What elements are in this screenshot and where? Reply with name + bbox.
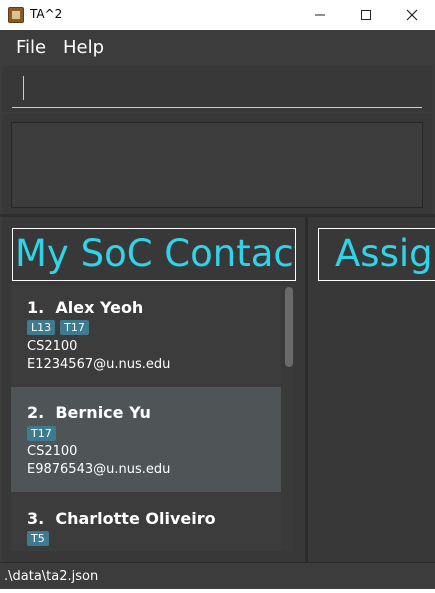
tag-badge: T17 — [27, 426, 56, 441]
contacts-title: My SoC Contacts — [12, 228, 296, 281]
tag-badge: T17 — [60, 320, 89, 335]
command-input[interactable] — [12, 70, 422, 108]
status-file-path: .\data\ta2.json — [4, 569, 99, 584]
window-bottom-edge — [0, 589, 435, 593]
tag-row: L13 T17 — [27, 320, 89, 335]
tag-row: T17 — [27, 426, 56, 441]
minimize-button[interactable] — [297, 0, 343, 30]
scrollbar-thumb[interactable] — [285, 287, 293, 367]
tag-row: T5 — [27, 531, 49, 546]
maximize-icon — [361, 10, 371, 20]
contact-card[interactable]: 2. Bernice Yu T17 CS2100 E9876543@u.nus.… — [11, 387, 281, 492]
contact-email: E1234567@u.nus.edu — [27, 357, 171, 372]
contact-list[interactable]: 1. Alex Yeoh L13 T17 CS2100 E1234567@u.n… — [11, 285, 294, 551]
contact-name: 1. Alex Yeoh — [27, 298, 144, 317]
contact-card[interactable]: 3. Charlotte Oliveiro T5 — [11, 492, 281, 551]
window-title: TA^2 — [30, 7, 63, 21]
tag-badge: L13 — [27, 320, 56, 335]
contact-course: CS2100 — [27, 339, 78, 354]
menu-file[interactable]: File — [16, 37, 46, 58]
contact-name: 3. Charlotte Oliveiro — [27, 509, 216, 528]
text-caret — [23, 76, 24, 100]
assignments-title: Assign — [318, 228, 435, 281]
maximize-button[interactable] — [343, 0, 389, 30]
minimize-icon — [315, 14, 325, 16]
result-display — [11, 122, 423, 208]
tag-badge: T5 — [27, 531, 49, 546]
contact-email: E9876543@u.nus.edu — [27, 462, 171, 477]
close-icon — [406, 9, 418, 21]
contact-name: 2. Bernice Yu — [27, 403, 151, 422]
close-button[interactable] — [389, 0, 435, 30]
contact-course: CS2100 — [27, 444, 78, 459]
contact-card[interactable]: 1. Alex Yeoh L13 T17 CS2100 E1234567@u.n… — [11, 285, 281, 386]
menu-help[interactable]: Help — [63, 37, 104, 58]
app-icon — [8, 7, 24, 23]
